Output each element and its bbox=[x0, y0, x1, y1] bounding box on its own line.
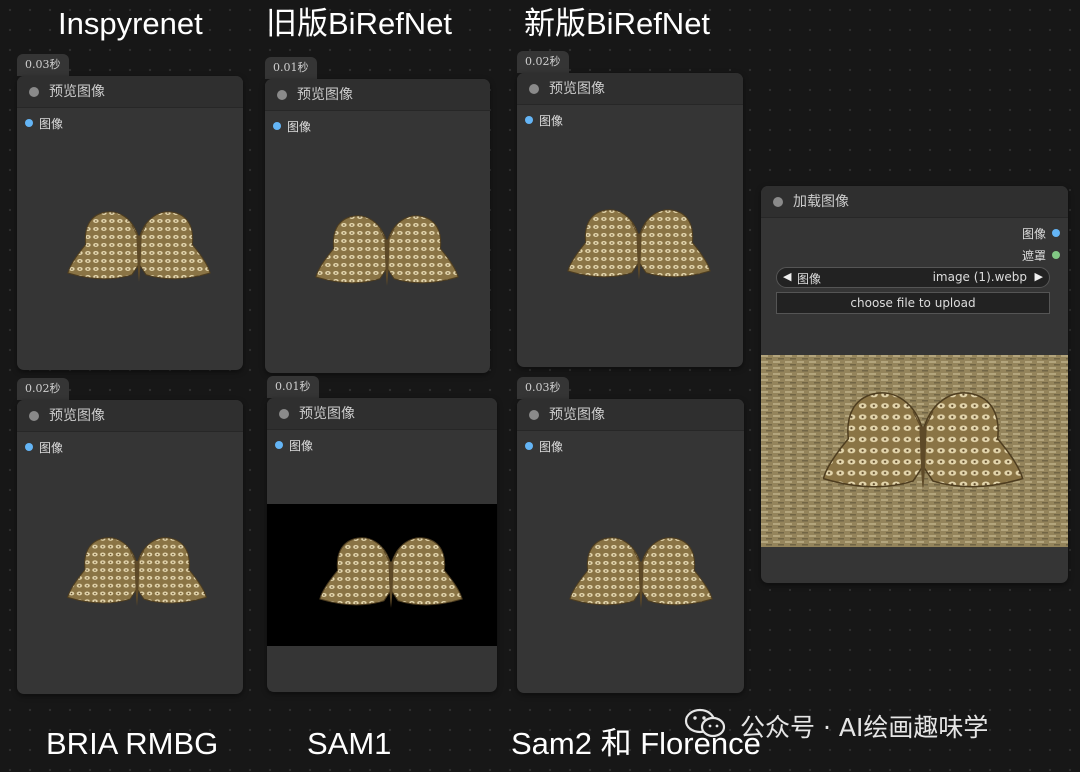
collapse-dot-icon[interactable] bbox=[773, 197, 783, 207]
slot-label: 图像 bbox=[1021, 227, 1046, 241]
image-select-widget[interactable]: ◀ 图像 image (1).webp ▶ bbox=[776, 267, 1050, 288]
node-title: 预览图像 bbox=[49, 84, 105, 100]
node-title: 加载图像 bbox=[793, 194, 849, 210]
source-image-preview bbox=[761, 355, 1068, 547]
node-title: 预览图像 bbox=[299, 406, 355, 422]
node-header[interactable]: 预览图像 bbox=[517, 399, 744, 431]
input-dot-icon[interactable] bbox=[275, 441, 283, 449]
butterfly-preview bbox=[567, 209, 711, 281]
execution-time-badge: 0.03秒 bbox=[17, 54, 69, 76]
title-inspyrenet: Inspyrenet bbox=[58, 6, 203, 41]
output-slot-mask[interactable]: 遮罩 bbox=[980, 248, 1060, 264]
preview-image-node-inspyrenet[interactable]: 预览图像 图像 bbox=[17, 76, 243, 370]
butterfly-preview bbox=[67, 211, 211, 283]
wechat-icon bbox=[684, 708, 726, 738]
title-bria-rmbg: BRIA RMBG bbox=[46, 726, 219, 761]
collapse-dot-icon[interactable] bbox=[29, 87, 39, 97]
collapse-dot-icon[interactable] bbox=[279, 409, 289, 419]
upload-button[interactable]: choose file to upload bbox=[776, 292, 1050, 314]
execution-time-badge: 0.01秒 bbox=[265, 57, 317, 79]
butterfly-preview bbox=[569, 537, 713, 609]
preview-image-node-bria-rmbg[interactable]: 预览图像 图像 bbox=[17, 400, 243, 694]
slot-label: 图像 bbox=[39, 117, 64, 131]
preview-image-node-old-birefnet[interactable]: 预览图像 图像 bbox=[265, 79, 490, 373]
execution-time-badge: 0.02秒 bbox=[17, 378, 69, 400]
collapse-dot-icon[interactable] bbox=[29, 411, 39, 421]
node-title: 预览图像 bbox=[49, 408, 105, 424]
execution-time-badge: 0.01秒 bbox=[267, 376, 319, 398]
output-dot-icon[interactable] bbox=[1052, 229, 1060, 237]
watermark-text: 公众号 · AI绘画趣味学 bbox=[740, 713, 989, 742]
input-dot-icon[interactable] bbox=[525, 442, 533, 450]
input-dot-icon[interactable] bbox=[25, 119, 33, 127]
butterfly-preview bbox=[319, 537, 463, 609]
node-header[interactable]: 预览图像 bbox=[517, 73, 743, 105]
slot-label: 图像 bbox=[539, 114, 564, 128]
preview-image-node-sam1[interactable]: 预览图像 图像 bbox=[267, 398, 497, 692]
collapse-dot-icon[interactable] bbox=[529, 410, 539, 420]
node-title: 预览图像 bbox=[549, 407, 605, 423]
widget-label: 图像 bbox=[797, 272, 822, 286]
slot-label: 遮罩 bbox=[1021, 249, 1046, 263]
title-new-birefnet: 新版BiRefNet bbox=[524, 6, 711, 41]
output-dot-icon[interactable] bbox=[1052, 251, 1060, 259]
arrow-right-icon[interactable]: ▶ bbox=[1035, 270, 1043, 283]
node-header[interactable]: 预览图像 bbox=[265, 79, 490, 111]
node-title: 预览图像 bbox=[297, 87, 353, 103]
slot-label: 图像 bbox=[289, 439, 314, 453]
input-dot-icon[interactable] bbox=[525, 116, 533, 124]
preview-image-node-new-birefnet[interactable]: 预览图像 图像 bbox=[517, 73, 743, 367]
input-dot-icon[interactable] bbox=[273, 122, 281, 130]
collapse-dot-icon[interactable] bbox=[529, 84, 539, 94]
butterfly-preview bbox=[67, 537, 207, 607]
output-slot-image[interactable]: 图像 bbox=[980, 226, 1060, 242]
input-dot-icon[interactable] bbox=[25, 443, 33, 451]
node-header[interactable]: 加载图像 bbox=[761, 186, 1068, 218]
node-header[interactable]: 预览图像 bbox=[17, 400, 243, 432]
arrow-left-icon[interactable]: ◀ bbox=[783, 270, 791, 283]
node-header[interactable]: 预览图像 bbox=[17, 76, 243, 108]
slot-label: 图像 bbox=[39, 441, 64, 455]
execution-time-badge: 0.03秒 bbox=[517, 377, 569, 399]
title-old-birefnet: 旧版BiRefNet bbox=[266, 6, 453, 41]
slot-label: 图像 bbox=[539, 440, 564, 454]
collapse-dot-icon[interactable] bbox=[277, 90, 287, 100]
slot-label: 图像 bbox=[287, 120, 312, 134]
widget-value: image (1).webp bbox=[932, 270, 1027, 284]
title-sam1: SAM1 bbox=[307, 726, 392, 761]
preview-image-node-sam2-florence[interactable]: 预览图像 图像 bbox=[517, 399, 744, 693]
node-title: 预览图像 bbox=[549, 81, 605, 97]
execution-time-badge: 0.02秒 bbox=[517, 51, 569, 73]
load-image-node[interactable]: 加载图像 图像 遮罩 ◀ 图像 image (1).webp ▶ choose … bbox=[761, 186, 1068, 583]
node-header[interactable]: 预览图像 bbox=[267, 398, 497, 430]
butterfly-preview bbox=[315, 215, 459, 287]
